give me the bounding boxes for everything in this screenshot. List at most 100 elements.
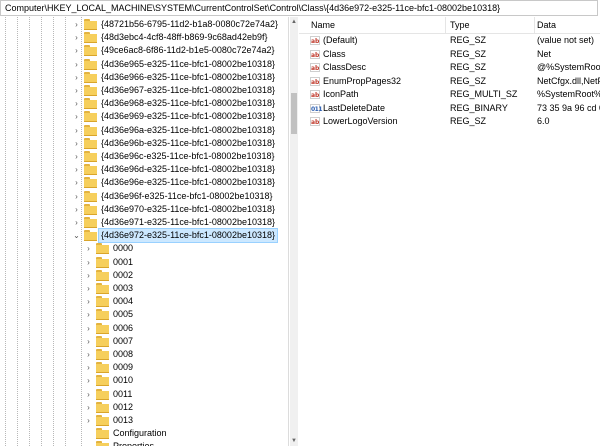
tree-item-subkey[interactable]: › 0009	[0, 361, 288, 374]
tree-item-subkey[interactable]: › 0005	[0, 308, 288, 321]
tree-item-key[interactable]: › {4d36e96b-e325-11ce-bfc1-08002be10318}	[0, 137, 288, 150]
value-type: REG_SZ	[450, 35, 487, 45]
expand-arrow-icon[interactable]: ›	[72, 71, 81, 84]
tree-item-key[interactable]: › {4d36e967-e325-11ce-bfc1-08002be10318}	[0, 84, 288, 97]
column-header-type[interactable]: Type	[446, 17, 535, 33]
tree-item-key[interactable]: › {4d36e968-e325-11ce-bfc1-08002be10318}	[0, 97, 288, 110]
address-bar[interactable]: Computer\HKEY_LOCAL_MACHINE\SYSTEM\Curre…	[0, 0, 598, 16]
tree-item-label: {4d36e96c-e325-11ce-bfc1-08002be10318}	[101, 151, 275, 161]
expand-arrow-icon[interactable]: ›	[72, 124, 81, 137]
value-name: EnumPropPages32	[323, 75, 402, 86]
tree-item-key[interactable]: › {4d36e96a-e325-11ce-bfc1-08002be10318}	[0, 124, 288, 137]
expand-arrow-icon[interactable]: ›	[84, 295, 93, 308]
value-row[interactable]: abClassDesc REG_SZ @%SystemRoot%	[299, 61, 600, 74]
tree-item-key[interactable]: › {4d36e96f-e325-11ce-bfc1-08002be10318}	[0, 190, 288, 203]
value-type: REG_SZ	[450, 116, 487, 126]
column-header-data[interactable]: Data	[535, 17, 600, 33]
tree-item-subkey[interactable]: › 0013	[0, 414, 288, 427]
tree-item-subkey[interactable]: › 0002	[0, 269, 288, 282]
tree-item-subkey[interactable]: › 0007	[0, 335, 288, 348]
expand-arrow-icon[interactable]: ›	[72, 58, 81, 71]
tree-item-label: 0008	[113, 349, 134, 359]
tree-item-subkey[interactable]: Configuration	[0, 427, 288, 440]
expand-arrow-icon[interactable]: ›	[72, 110, 81, 123]
folder-icon	[84, 58, 97, 70]
tree-item-key[interactable]: › {4d36e96c-e325-11ce-bfc1-08002be10318}	[0, 150, 288, 163]
value-row[interactable]: ab Class REG_SZ Net	[299, 48, 600, 61]
tree-item-key[interactable]: › {4d36e965-e325-11ce-bfc1-08002be10318}	[0, 58, 288, 71]
expand-arrow-icon[interactable]: ›	[72, 163, 81, 176]
expand-arrow-icon[interactable]: ›	[72, 216, 81, 229]
expand-arrow-icon[interactable]: ›	[72, 31, 81, 44]
expand-arrow-icon[interactable]: ›	[84, 401, 93, 414]
value-row[interactable]: ab LowerLogoVersion REG_SZ 6.0	[299, 115, 600, 128]
tree-item-key[interactable]: › {4d36e971-e325-11ce-bfc1-08002be10318}	[0, 216, 288, 229]
tree-item-subkey[interactable]: Properties	[0, 440, 288, 446]
scroll-down-arrow-icon[interactable]: ▼	[290, 436, 298, 446]
expand-arrow-icon[interactable]: ›	[84, 282, 93, 295]
tree-item-key[interactable]: › {4d36e966-e325-11ce-bfc1-08002be10318}	[0, 71, 288, 84]
expand-arrow-icon[interactable]: ›	[84, 388, 93, 401]
folder-icon	[84, 177, 97, 189]
tree-item-key[interactable]: › {4d36e96d-e325-11ce-bfc1-08002be10318}	[0, 163, 288, 176]
tree-item-label: {4d36e965-e325-11ce-bfc1-08002be10318}	[101, 58, 275, 69]
expand-arrow-icon[interactable]: ›	[72, 150, 81, 163]
value-row[interactable]: ab EnumPropPages32 REG_SZ NetCfgx.dll,NetF	[299, 75, 600, 88]
scrollbar-thumb[interactable]	[291, 93, 297, 134]
expand-arrow-icon[interactable]: ›	[84, 414, 93, 427]
tree-item-label: {4d36e96d-e325-11ce-bfc1-08002be10318}	[101, 164, 275, 175]
tree-item-subkey[interactable]: › 0000	[0, 242, 288, 255]
value-name: Class	[323, 48, 346, 59]
tree-item-subkey[interactable]: › 0004	[0, 295, 288, 308]
expand-arrow-icon[interactable]: ›	[84, 242, 93, 255]
tree-item-key[interactable]: › {48721b56-6795-11d2-b1a8-0080c72e74a2}	[0, 18, 288, 31]
value-row[interactable]: ab IconPath REG_MULTI_SZ %SystemRoot%\	[299, 88, 600, 101]
value-row[interactable]: ab (Default) REG_SZ (value not set)	[299, 34, 600, 47]
value-data: (value not set)	[537, 35, 595, 45]
expand-arrow-icon[interactable]: ›	[72, 137, 81, 150]
tree-item-subkey[interactable]: › 0006	[0, 322, 288, 335]
column-header-name[interactable]: Name	[299, 17, 446, 33]
expand-arrow-icon[interactable]: ›	[72, 18, 81, 31]
expand-arrow-icon[interactable]: ›	[72, 84, 81, 97]
tree-item-label: 0004	[113, 296, 134, 307]
expand-arrow-icon[interactable]: ›	[84, 256, 93, 269]
tree-item-key[interactable]: › {4d36e970-e325-11ce-bfc1-08002be10318}	[0, 203, 288, 216]
expand-arrow-icon[interactable]: ›	[72, 190, 81, 203]
tree-item-subkey[interactable]: › 0003	[0, 282, 288, 295]
tree-item-label: 0002	[113, 269, 134, 280]
folder-icon	[84, 98, 97, 110]
collapse-arrow-icon[interactable]: ⌄	[72, 229, 81, 242]
folder-icon	[84, 71, 97, 83]
expand-arrow-icon[interactable]: ›	[72, 44, 81, 57]
expand-arrow-icon[interactable]: ›	[84, 335, 93, 348]
tree-item-subkey[interactable]: › 0012	[0, 401, 288, 414]
tree-scrollbar[interactable]: ▲ ▼	[290, 17, 298, 446]
scroll-up-arrow-icon[interactable]: ▲	[290, 17, 298, 27]
tree-item-selected-key[interactable]: ⌄ {4d36e972-e325-11ce-bfc1-08002be10318}	[0, 228, 288, 244]
tree-item-key[interactable]: › {4d36e96e-e325-11ce-bfc1-08002be10318}	[0, 176, 288, 189]
expand-arrow-icon[interactable]: ›	[84, 322, 93, 335]
expand-arrow-icon[interactable]: ›	[72, 97, 81, 110]
expand-arrow-icon[interactable]: ›	[84, 269, 93, 282]
tree-item-subkey[interactable]: › 0010	[0, 374, 288, 387]
tree-item-key[interactable]: › {4d36e969-e325-11ce-bfc1-08002be10318}	[0, 110, 288, 123]
tree-item-key[interactable]: › {49ce6ac8-6f86-11d2-b1e5-0080c72e74a2}	[0, 44, 288, 57]
folder-icon	[84, 45, 97, 57]
tree-item-subkey[interactable]: › 0001	[0, 256, 288, 269]
expand-arrow-icon[interactable]: ›	[84, 374, 93, 387]
value-row[interactable]: 011 LastDeleteDate REG_BINARY 73 35 9a 96 c…	[299, 102, 600, 115]
tree-item-subkey[interactable]: › 0008	[0, 348, 288, 361]
expand-arrow-icon[interactable]: ›	[84, 348, 93, 361]
values-list[interactable]: Name Type Data ab (Default) REG_SZ (value n…	[299, 17, 600, 446]
tree-item-label: 0006	[113, 322, 134, 333]
expand-arrow-icon[interactable]: ›	[72, 176, 81, 189]
expand-arrow-icon[interactable]: ›	[84, 361, 93, 374]
key-tree[interactable]: › {48721b56-6795-11d2-b1a8-0080c72e74a2} ›…	[0, 17, 289, 446]
string-value-icon: ab	[310, 90, 320, 99]
expand-arrow-icon[interactable]: ›	[84, 308, 93, 321]
expand-arrow-icon[interactable]: ›	[72, 203, 81, 216]
tree-item-subkey[interactable]: › 0011	[0, 388, 288, 401]
tree-item-key[interactable]: › {48d3ebc4-4cf8-48ff-b869-9c68ad42eb9f}	[0, 31, 288, 44]
folder-icon	[84, 19, 97, 30]
